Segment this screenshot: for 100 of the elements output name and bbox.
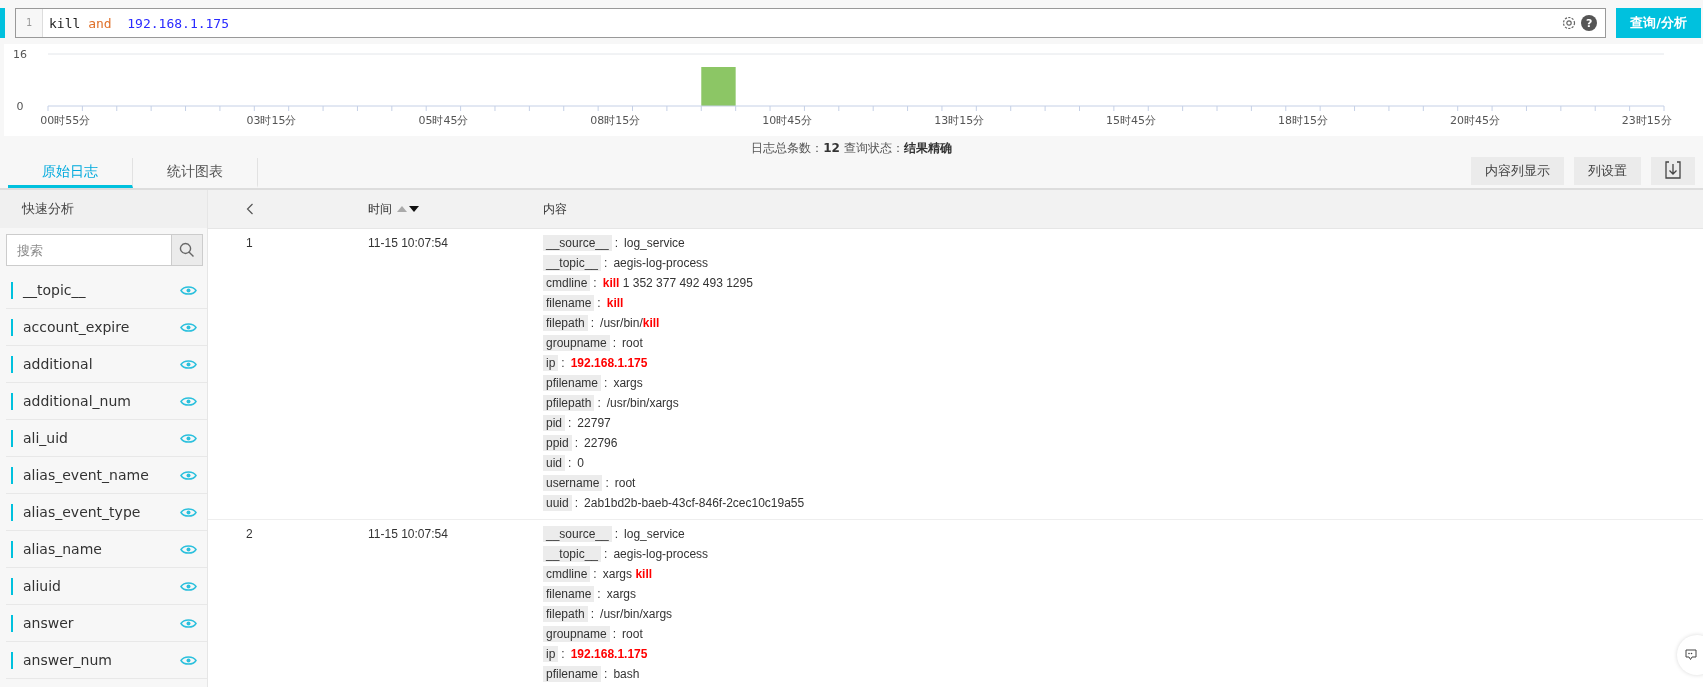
- field-value: xargs: [613, 376, 643, 390]
- eye-icon[interactable]: [180, 284, 197, 296]
- field-value: xargs kill: [602, 567, 653, 581]
- field-key: username: [543, 475, 603, 491]
- colon: :: [593, 276, 597, 290]
- eye-icon[interactable]: [180, 432, 197, 444]
- eye-icon[interactable]: [180, 321, 197, 333]
- field-key: __topic__: [543, 546, 602, 562]
- field-name[interactable]: alias_event_name: [23, 467, 180, 483]
- colon: :: [590, 316, 595, 330]
- download-button[interactable]: [1651, 157, 1695, 185]
- field-value: /usr/bin/xargs: [606, 396, 679, 410]
- field-value: root: [622, 627, 643, 641]
- settings-icon[interactable]: [1561, 15, 1578, 31]
- colon: :: [568, 456, 572, 470]
- field-value: /usr/bin/xargs: [600, 607, 673, 621]
- x-tick-label: 15时45分: [1106, 114, 1157, 127]
- colon: :: [604, 256, 608, 270]
- field-value: 2ab1bd2b-baeb-43cf-846f-2cec10c19a55: [584, 496, 805, 510]
- colon: :: [597, 587, 601, 601]
- toolbar-button[interactable]: 列设置: [1574, 157, 1641, 185]
- field-key: uuid: [543, 495, 572, 511]
- y-tick-label: 16: [13, 48, 27, 61]
- column-header[interactable]: 时间: [368, 200, 392, 218]
- field-key: filepath: [543, 315, 588, 331]
- chevron-left-icon[interactable]: [246, 203, 254, 215]
- field-key: pfilename: [543, 375, 602, 391]
- colon: :: [614, 527, 619, 541]
- x-tick-label: 20时45分: [1449, 114, 1500, 127]
- help-icon[interactable]: ?: [1581, 15, 1598, 31]
- time-cell-text: 11-15 10:07:54: [368, 235, 449, 252]
- field-name[interactable]: __topic__: [23, 282, 180, 298]
- field-value: aegis-log-process: [613, 256, 709, 270]
- eye-icon[interactable]: [180, 543, 197, 555]
- field-key: ppid: [543, 435, 572, 451]
- field-key: cmdline: [543, 275, 591, 291]
- field-value: bash: [613, 667, 640, 681]
- field-value: /usr/bin/kill: [600, 316, 660, 330]
- column-header: 内容: [543, 200, 568, 218]
- field-name[interactable]: alias_event_type: [23, 504, 180, 520]
- field-value: 22796: [584, 436, 618, 450]
- colon: :: [604, 547, 608, 561]
- field-key: pfilepath: [543, 395, 595, 411]
- colon: :: [597, 296, 601, 310]
- eye-icon[interactable]: [180, 580, 197, 592]
- search-icon: [179, 242, 195, 258]
- field-key: filename: [543, 586, 595, 602]
- x-tick-label: 03时15分: [246, 114, 297, 127]
- colon: :: [604, 376, 608, 390]
- field-name[interactable]: additional: [23, 356, 180, 372]
- field-key: __source__: [543, 526, 612, 542]
- sort-icon[interactable]: [396, 205, 420, 213]
- search-button[interactable]: [171, 234, 203, 266]
- field-key: __source__: [543, 235, 612, 251]
- row-number: 2: [245, 526, 254, 543]
- field-value: log_service: [624, 527, 685, 541]
- x-tick-label: 08时15分: [590, 114, 641, 127]
- query-text: kill and 192.168.1.175: [48, 15, 231, 31]
- colon: :: [612, 627, 617, 641]
- field-value: 192.168.1.175: [570, 647, 648, 661]
- colon: :: [561, 647, 565, 661]
- field-key: ip: [543, 646, 559, 662]
- eye-icon[interactable]: [180, 395, 197, 407]
- eye-icon[interactable]: [180, 506, 197, 518]
- field-name[interactable]: account_expire: [23, 319, 180, 335]
- field-value: log_service: [624, 236, 685, 250]
- colon: :: [614, 236, 619, 250]
- field-key: uid: [543, 455, 565, 471]
- field-value: root: [614, 476, 636, 490]
- row-number: 1: [245, 235, 254, 252]
- colon: :: [604, 667, 608, 681]
- eye-icon[interactable]: [180, 654, 197, 666]
- field-key: __topic__: [543, 255, 602, 271]
- download-icon: [1665, 160, 1681, 179]
- field-name[interactable]: additional_num: [23, 393, 180, 409]
- eye-icon[interactable]: [180, 469, 197, 481]
- query-editor[interactable]: 1 kill and 192.168.1.175 ?: [15, 8, 1607, 38]
- colon: :: [597, 396, 601, 410]
- toolbar-button[interactable]: 内容列显示: [1471, 157, 1564, 185]
- colon: :: [612, 336, 617, 350]
- field-name[interactable]: ali_uid: [23, 430, 180, 446]
- colon: :: [561, 356, 565, 370]
- x-tick-label: 23时15分: [1621, 114, 1672, 127]
- field-name[interactable]: answer: [23, 615, 180, 631]
- tab[interactable]: 统计图表: [133, 158, 258, 188]
- field-name[interactable]: aliuid: [23, 578, 180, 594]
- field-key: pid: [543, 415, 565, 431]
- colon: :: [568, 416, 572, 430]
- field-key: groupname: [543, 626, 610, 642]
- eye-icon[interactable]: [180, 617, 197, 629]
- x-tick-label: 10时45分: [762, 114, 813, 127]
- field-name[interactable]: alias_name: [23, 541, 180, 557]
- quick-analysis-header: 快速分析: [0, 190, 207, 228]
- histogram-bar[interactable]: [701, 67, 736, 106]
- eye-icon[interactable]: [180, 358, 197, 370]
- colon: :: [605, 476, 609, 490]
- search-field[interactable]: 搜索: [6, 234, 171, 266]
- x-tick-label: 00时55分: [40, 114, 91, 127]
- field-name[interactable]: answer_num: [23, 652, 180, 668]
- colon: :: [593, 567, 597, 581]
